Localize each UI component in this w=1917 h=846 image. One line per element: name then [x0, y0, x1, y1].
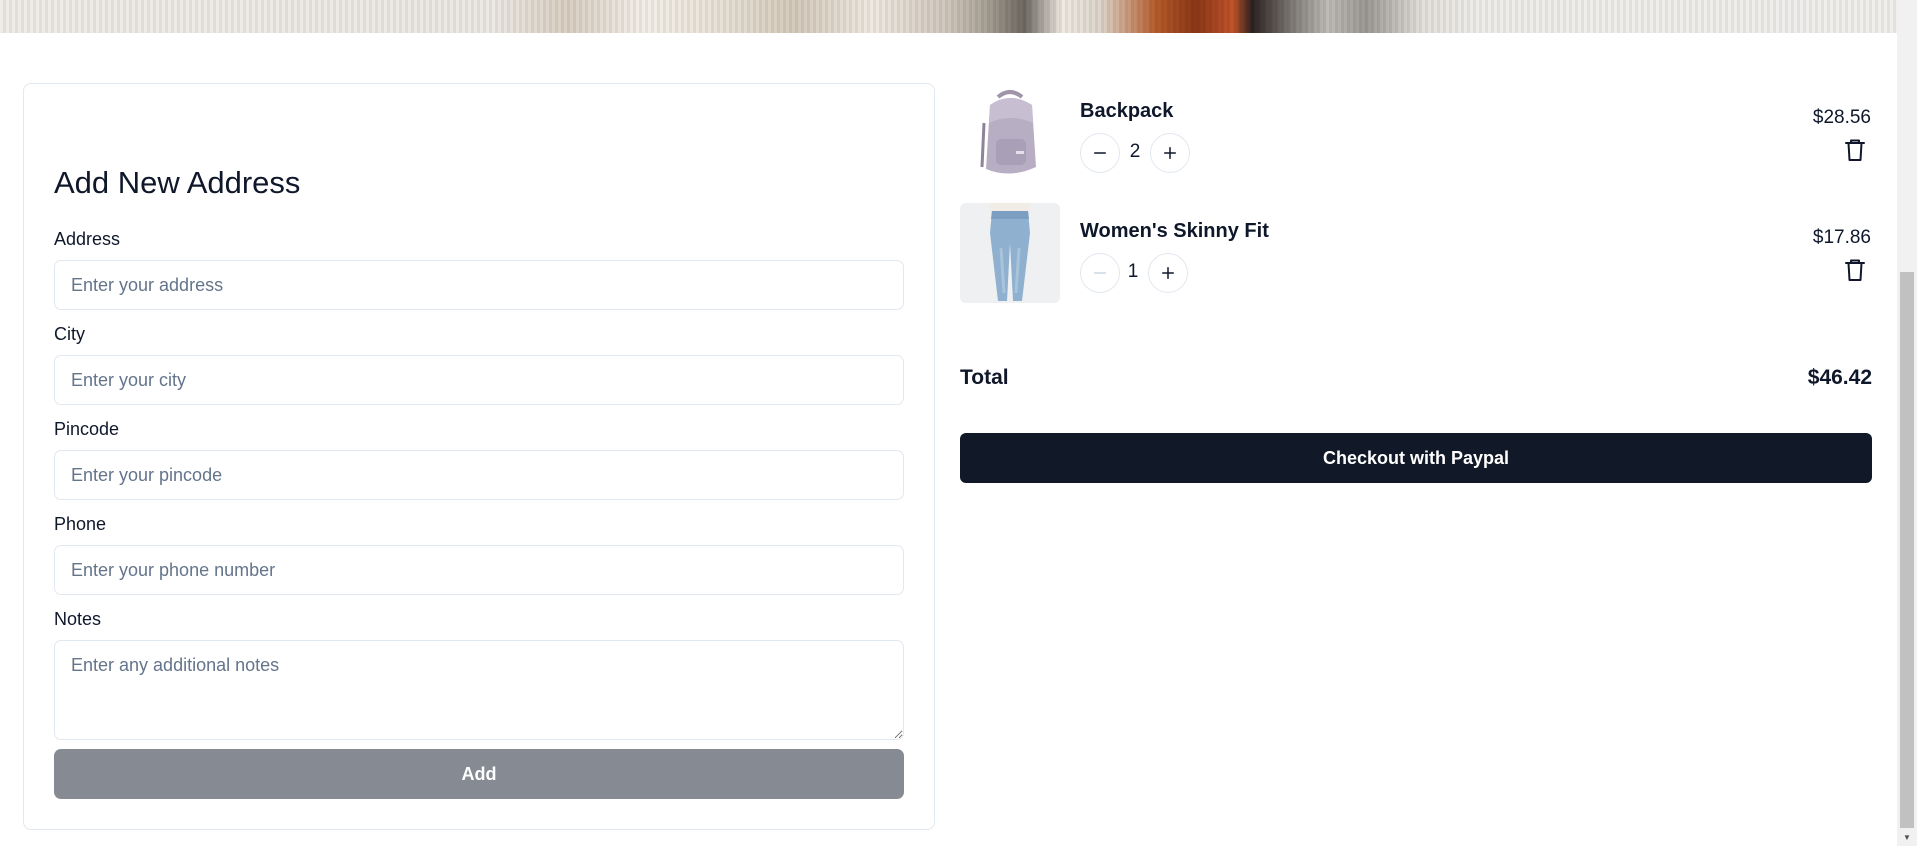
pincode-input[interactable] [54, 450, 904, 500]
item-name: Women's Skinny Fit [1080, 220, 1269, 242]
increase-quantity-button[interactable] [1150, 133, 1190, 173]
phone-label: Phone [54, 514, 107, 534]
hero-banner-texture [0, 0, 1897, 33]
scrollbar-thumb[interactable] [1900, 272, 1914, 828]
scroll-down-arrow-icon[interactable]: ▼ [1897, 829, 1917, 846]
checkout-paypal-button[interactable]: Checkout with Paypal [960, 433, 1872, 483]
decrease-quantity-button[interactable] [1080, 253, 1120, 293]
phone-input[interactable] [54, 545, 904, 595]
plus-icon [1164, 147, 1176, 159]
minus-icon [1094, 272, 1106, 274]
city-label: City [54, 324, 85, 344]
notes-label: Notes [54, 609, 102, 629]
form-title: Add New Address [54, 165, 301, 200]
trash-icon[interactable] [1844, 258, 1866, 282]
pincode-label: Pincode [54, 419, 120, 439]
quantity-value: 1 [1127, 261, 1139, 282]
address-form-card: Add New Address Address City Pincode Pho… [23, 83, 935, 830]
total-value: $46.42 [1807, 366, 1872, 389]
add-address-button[interactable]: Add [54, 749, 904, 799]
total-label: Total [960, 366, 1009, 389]
item-name: Backpack [1080, 100, 1174, 122]
item-price: $28.56 [1812, 107, 1871, 128]
quantity-value: 2 [1129, 141, 1141, 162]
address-label: Address [54, 229, 121, 249]
plus-icon [1162, 267, 1174, 279]
item-price: $17.86 [1812, 227, 1871, 248]
notes-textarea[interactable] [54, 640, 904, 740]
increase-quantity-button[interactable] [1148, 253, 1188, 293]
address-input[interactable] [54, 260, 904, 310]
city-input[interactable] [54, 355, 904, 405]
trash-icon[interactable] [1844, 138, 1866, 162]
backpack-image [960, 83, 1060, 183]
cart-item: Women's Skinny Fit 1 $17.86 [960, 203, 1875, 303]
minus-icon [1094, 152, 1106, 154]
jeans-image [960, 203, 1060, 303]
decrease-quantity-button[interactable] [1080, 133, 1120, 173]
cart-item: Backpack 2 $28.56 [960, 83, 1875, 183]
